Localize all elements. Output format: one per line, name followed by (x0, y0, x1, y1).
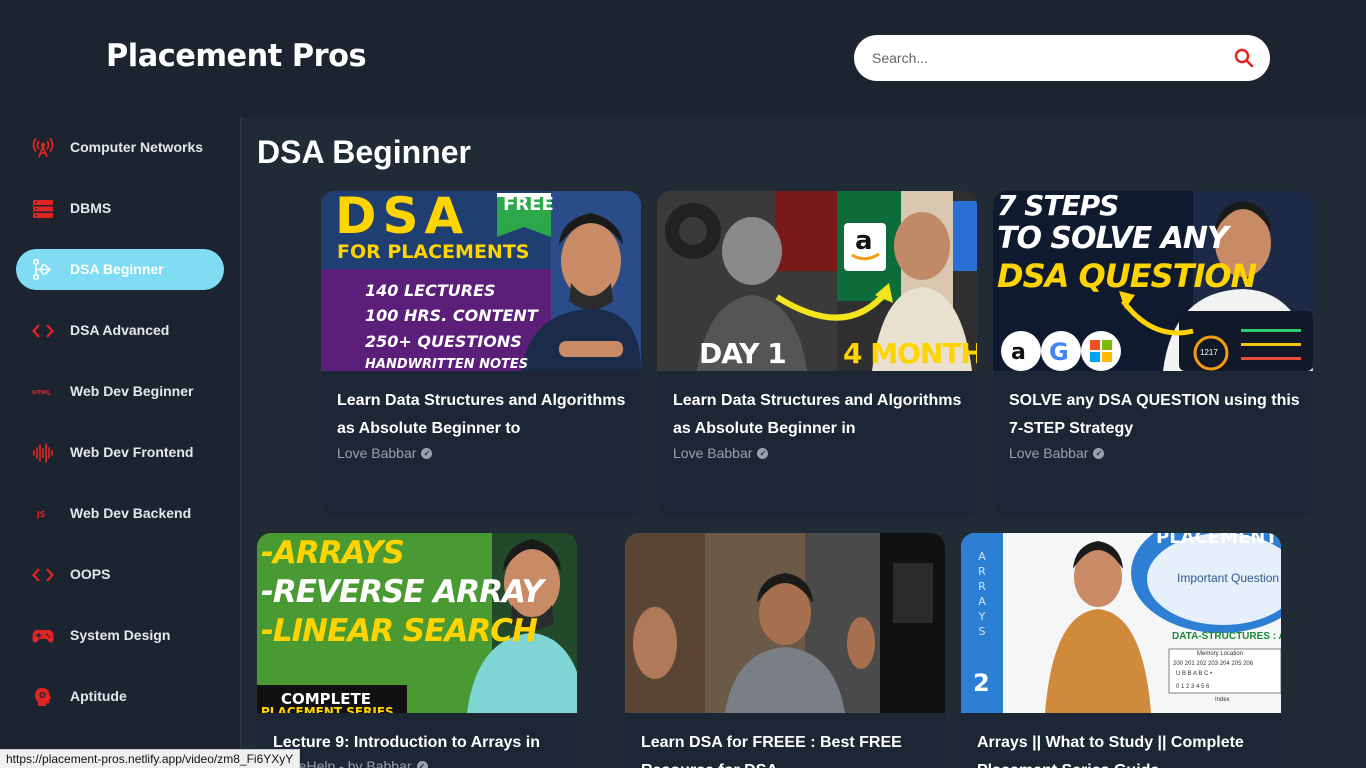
video-thumbnail[interactable] (625, 533, 945, 713)
thumb-line: TO SOLVE ANY (997, 221, 1229, 256)
thumb-index-label: Index (1215, 697, 1230, 703)
gamepad-icon (32, 625, 54, 646)
video-thumbnail[interactable]: a G 7 STEPS TO SOLVE ANY DSA QUESTION 12… (993, 191, 1313, 371)
verified-check-icon: ✓ (757, 447, 769, 459)
antenna-icon (32, 137, 54, 158)
verified-check-icon: ✓ (421, 447, 433, 459)
sidebar-item-label: System Design (70, 627, 171, 643)
sidebar-item-label: DBMS (70, 200, 112, 216)
thumb-mem-text: Memory Location (1197, 651, 1244, 657)
svg-text:JS: JS (36, 510, 45, 519)
video-thumbnail[interactable]: -ARRAYS -REVERSE ARRAY -LINEAR SEARCH CO… (257, 533, 577, 713)
thumb-line: 250+ QUESTIONS (365, 332, 522, 351)
video-title[interactable]: SOLVE any DSA QUESTION using this 7-STEP… (1009, 387, 1301, 443)
js-icon: JS (32, 503, 54, 524)
svg-text:G: G (1049, 338, 1069, 366)
sidebar-item-label: DSA Advanced (70, 322, 170, 338)
thumb-cells: U B B A B C • (1176, 671, 1213, 677)
video-title[interactable]: Learn Data Structures and Algorithms as … (337, 387, 629, 443)
video-thumbnail[interactable]: DSA FREE FOR PLACEMENTS 140 LECTURES 100… (321, 191, 641, 371)
sidebar-item-label: Web Dev Frontend (70, 444, 194, 460)
channel-name[interactable]: Love Babbar ✓ (337, 445, 433, 461)
sidebar-item-web-dev-frontend[interactable]: Web Dev Frontend (16, 432, 224, 473)
thumb-ds-text: DATA-STRUCTURES : ARR (1172, 631, 1281, 642)
tree-structure-icon (32, 259, 54, 280)
thumb-sub-text: Important Question (1177, 571, 1280, 585)
sidebar-item-dsa-beginner[interactable]: DSA Beginner (16, 249, 224, 290)
thumb-right-text: 4 MONTH (843, 337, 977, 370)
sidebar-item-label: Web Dev Backend (70, 505, 192, 521)
site-logo[interactable]: Placement Pros (106, 38, 367, 74)
thumb-line: HANDWRITTEN NOTES (365, 357, 529, 371)
thumb-footer2: PLACEMENT SERIES (261, 705, 394, 713)
code-brackets-icon (32, 564, 54, 585)
video-card[interactable]: a DAY 1 4 MONTH Learn Data Structures an… (657, 191, 977, 517)
video-thumbnail[interactable]: ARRAYS 2 PLACEMENT SERI Important Questi… (961, 533, 1281, 713)
video-thumbnail[interactable]: a DAY 1 4 MONTH (657, 191, 977, 371)
sidebar-item-label: DSA Beginner (70, 261, 164, 277)
sidebar-item-label: Web Dev Beginner (70, 383, 194, 399)
search-input[interactable] (872, 47, 1212, 69)
html-icon: HTML (32, 381, 54, 402)
thumb-line: 7 STEPS (997, 191, 1119, 222)
header: Placement Pros (0, 0, 1366, 117)
search-icon[interactable] (1232, 46, 1256, 70)
search-bar (854, 35, 1270, 81)
thumb-line: -REVERSE ARRAY (261, 574, 544, 610)
svg-text:a: a (1011, 340, 1026, 365)
sidebar-item-dsa-advanced[interactable]: DSA Advanced (16, 310, 224, 351)
sidebar: Computer Networks DBMS DSA Beginner DSA … (0, 117, 241, 768)
thumb-badge: FREE (503, 194, 554, 215)
thumb-big-text: DSA (335, 191, 470, 245)
thumb-left-text: DAY 1 (699, 337, 787, 370)
svg-text:a: a (855, 226, 873, 256)
verified-check-icon: ✓ (1093, 447, 1105, 459)
browser-status-bar: https://placement-pros.netlify.app/video… (0, 749, 301, 768)
svg-text:HTML: HTML (32, 390, 51, 396)
page-title: DSA Beginner (257, 134, 471, 170)
video-title[interactable]: Learn Data Structures and Algorithms as … (673, 387, 965, 443)
database-icon (32, 198, 54, 219)
channel-name[interactable]: Love Babbar ✓ (673, 445, 769, 461)
sidebar-item-label: Aptitude (70, 688, 127, 704)
thumb-line: -LINEAR SEARCH (261, 613, 538, 649)
waveform-icon (32, 442, 54, 463)
sidebar-item-system-design[interactable]: System Design (16, 615, 224, 656)
sidebar-item-dbms[interactable]: DBMS (16, 188, 224, 229)
thumb-line: -ARRAYS (261, 535, 405, 571)
channel-label: Love Babbar (1009, 445, 1089, 461)
video-card[interactable]: ARRAYS 2 PLACEMENT SERI Important Questi… (961, 533, 1281, 768)
thumb-score: 1217 (1200, 348, 1218, 357)
channel-label: Love Babbar (673, 445, 753, 461)
thumb-line: 140 LECTURES (365, 281, 496, 300)
sidebar-item-oops[interactable]: OOPS (16, 554, 224, 595)
video-card[interactable]: -ARRAYS -REVERSE ARRAY -LINEAR SEARCH CO… (257, 533, 577, 768)
video-title[interactable]: Learn DSA for FREEE : Best FREE Resource… (641, 729, 933, 768)
video-card[interactable]: a G 7 STEPS TO SOLVE ANY DSA QUESTION 12… (993, 191, 1313, 517)
thumb-top-text: PLACEMENT SERI (1156, 533, 1281, 548)
code-brackets-icon (32, 320, 54, 341)
thumb-line: 100 HRS. CONTENT (365, 306, 538, 325)
video-title[interactable]: Arrays || What to Study || Complete Plac… (977, 729, 1269, 768)
thumb-line: DSA QUESTION (997, 257, 1257, 295)
sidebar-item-label: OOPS (70, 566, 111, 582)
sidebar-item-aptitude[interactable]: Aptitude (16, 676, 224, 717)
channel-label: Love Babbar (337, 445, 417, 461)
channel-name[interactable]: Love Babbar ✓ (1009, 445, 1105, 461)
video-card[interactable]: Learn DSA for FREEE : Best FREE Resource… (625, 533, 945, 768)
video-card[interactable]: DSA FREE FOR PLACEMENTS 140 LECTURES 100… (321, 191, 641, 517)
sidebar-item-web-dev-beginner[interactable]: HTML Web Dev Beginner (16, 371, 224, 412)
thumb-sub-text: FOR PLACEMENTS (337, 241, 530, 263)
sidebar-item-web-dev-backend[interactable]: JS Web Dev Backend (16, 493, 224, 534)
thumb-number: 2 (973, 669, 990, 697)
thumb-mem-values: 200 201 202 203 204 205 206 (1173, 661, 1254, 667)
thumb-index-values: 0 1 2 3 4 5 6 (1176, 684, 1210, 690)
sidebar-item-label: Computer Networks (70, 139, 204, 155)
brain-icon (32, 686, 54, 707)
thumb-vertical-text: ARRAYS (978, 550, 986, 638)
verified-check-icon: ✓ (416, 760, 428, 768)
sidebar-item-computer-networks[interactable]: Computer Networks (16, 127, 224, 168)
